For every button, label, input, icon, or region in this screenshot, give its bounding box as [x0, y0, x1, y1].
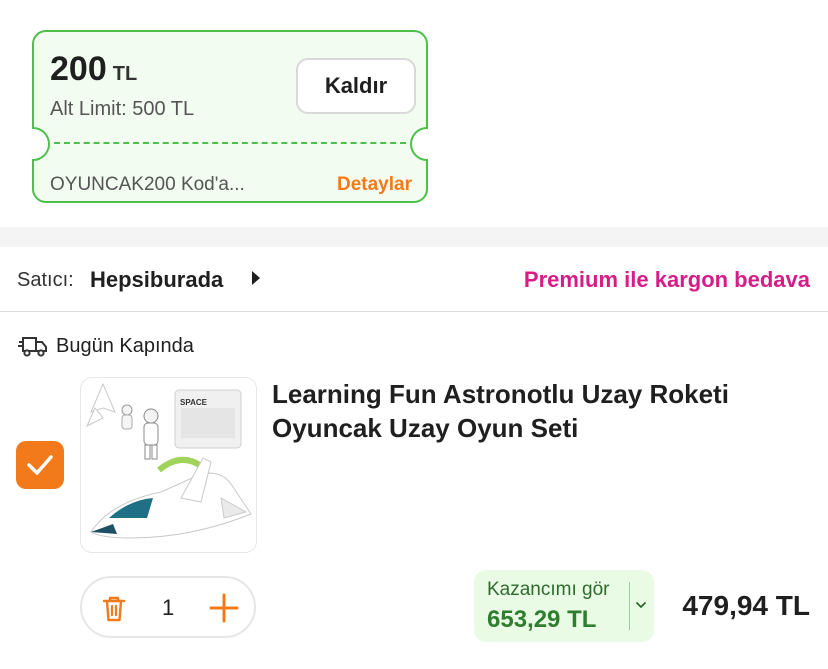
- plus-icon[interactable]: [208, 592, 240, 624]
- space-shuttle-toy-image: SPACE: [81, 378, 256, 552]
- quantity-value: 1: [162, 595, 175, 620]
- chevron-down-icon[interactable]: [634, 600, 648, 610]
- coupon-remove-button[interactable]: Kaldır: [296, 58, 416, 114]
- coupon-notch-right: [410, 127, 428, 161]
- coupon-currency: TL: [112, 63, 138, 85]
- premium-shipping-text: Premium ile kargon bedava: [523, 267, 810, 292]
- check-icon: [27, 455, 53, 475]
- earnings-divider: [629, 582, 630, 630]
- earnings-button[interactable]: Kazancımı gör 653,29 TL: [474, 570, 654, 642]
- trash-icon[interactable]: [98, 592, 130, 624]
- coupon-code: OYUNCAK200 Kod'a...: [50, 174, 245, 195]
- seller-row: Satıcı: Hepsiburada Premium ile kargon b…: [0, 247, 828, 312]
- box-brand-text: SPACE: [180, 398, 208, 407]
- product-checkbox[interactable]: [16, 441, 64, 489]
- delivery-text: Bugün Kapında: [56, 334, 194, 357]
- delivery-info: Bugün Kapında: [18, 334, 194, 358]
- coupon-amount: 200 TL: [50, 50, 137, 89]
- product-image[interactable]: SPACE: [80, 377, 257, 553]
- coupon-amount-value: 200: [50, 50, 107, 88]
- seller-name-link[interactable]: Hepsiburada: [90, 267, 223, 293]
- product-title[interactable]: Learning Fun Astronotlu Uzay Roketi Oyun…: [272, 377, 792, 445]
- section-separator: [0, 227, 828, 247]
- product-price: 479,94 TL: [682, 590, 810, 621]
- caret-right-icon[interactable]: [252, 271, 260, 285]
- seller-label: Satıcı:: [17, 269, 74, 291]
- coupon-card: 200 TL Alt Limit: 500 TL Kaldır OYUNCAK20…: [32, 30, 428, 203]
- coupon-limit: Alt Limit: 500 TL: [50, 98, 195, 120]
- quantity-stepper: 1: [80, 576, 256, 638]
- earnings-amount: 653,29 TL: [487, 606, 597, 633]
- coupon-notch-left: [32, 127, 50, 161]
- coupon-divider: [54, 142, 406, 144]
- coupon-details-link[interactable]: Detaylar: [337, 174, 412, 196]
- earnings-label: Kazancımı gör: [487, 579, 610, 600]
- delivery-truck-icon: [18, 337, 47, 357]
